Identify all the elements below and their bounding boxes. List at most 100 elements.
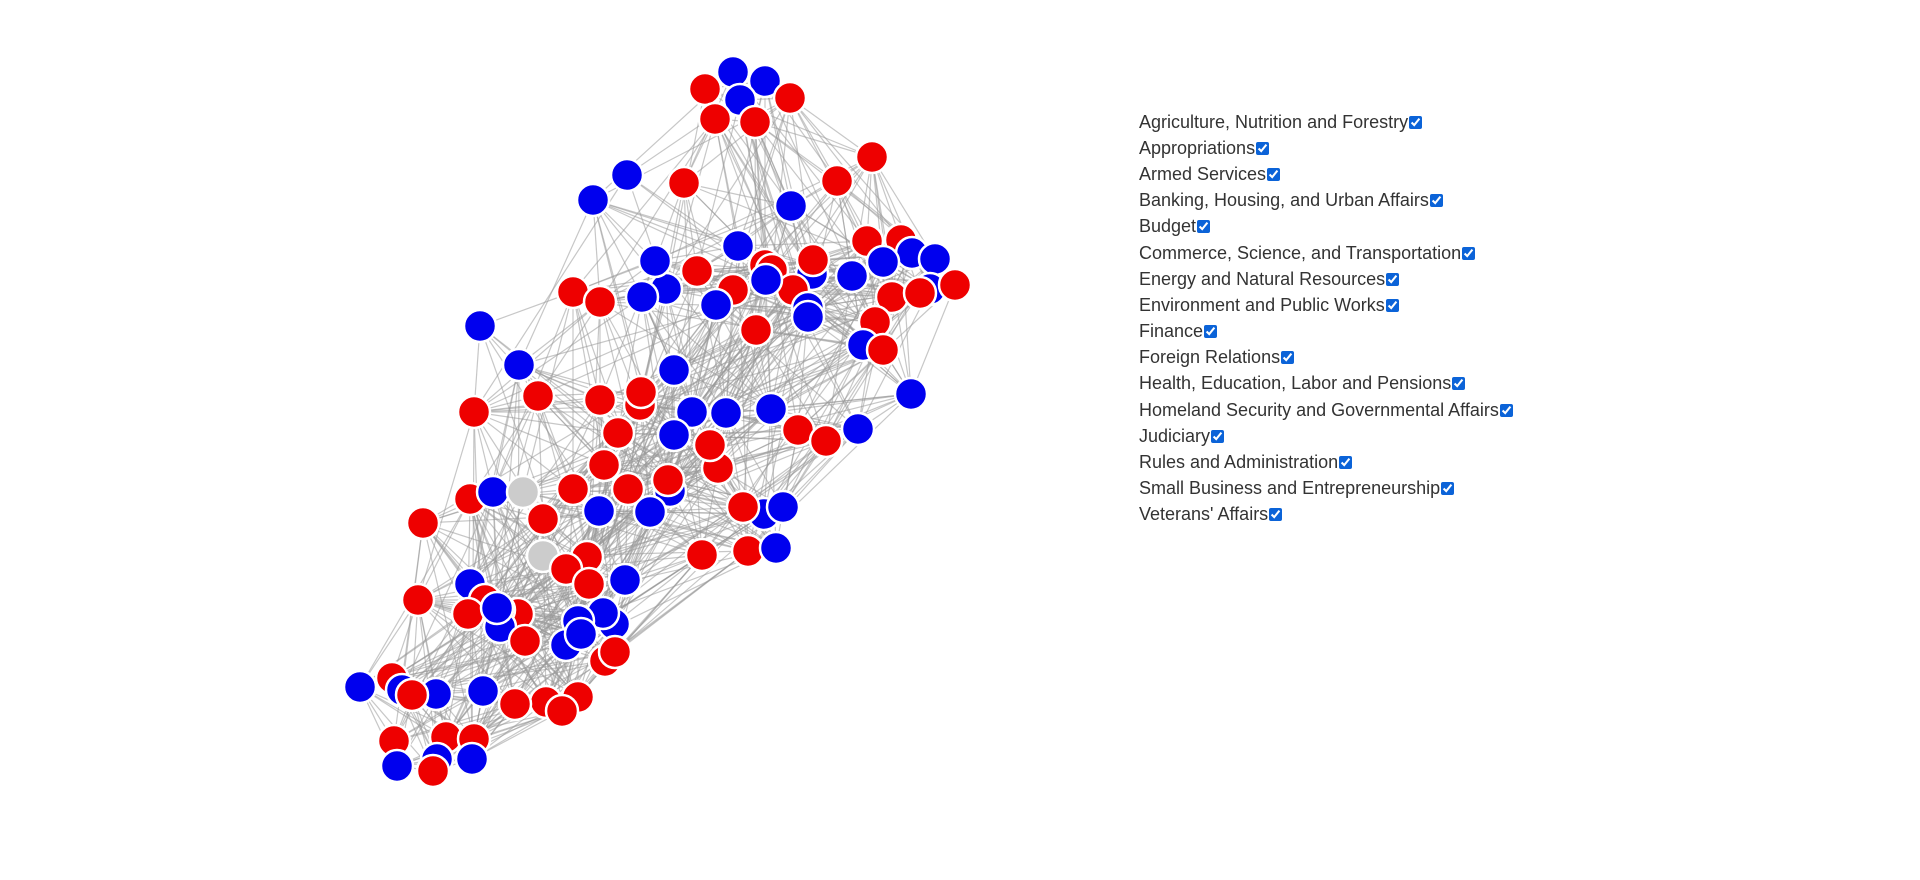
senator-node-republican[interactable] (737, 104, 773, 140)
committee-checkbox-health[interactable] (1452, 377, 1466, 391)
senator-node-republican[interactable] (865, 332, 901, 368)
senator-node-democrat[interactable] (609, 157, 645, 193)
senator-node-republican[interactable] (415, 753, 451, 789)
senator-node-republican[interactable] (692, 427, 728, 463)
senator-node-democrat[interactable] (893, 376, 929, 412)
senator-node-republican[interactable] (697, 101, 733, 137)
senator-node-republican[interactable] (819, 163, 855, 199)
senator-node-republican[interactable] (687, 71, 723, 107)
committee-filter-row-budget: Budget (1139, 214, 1699, 240)
committee-label: Small Business and Entrepreneurship (1139, 478, 1441, 499)
senator-node-democrat[interactable] (462, 308, 498, 344)
senator-node-republican[interactable] (586, 447, 622, 483)
senator-node-republican[interactable] (623, 374, 659, 410)
senator-node-republican[interactable] (450, 596, 486, 632)
senator-node-republican[interactable] (582, 382, 618, 418)
senator-node-republican[interactable] (405, 505, 441, 541)
senator-node-republican[interactable] (525, 501, 561, 537)
committee-filter-list: Agriculture, Nutrition and Forestry Appr… (1139, 109, 1699, 528)
committee-label: Rules and Administration (1139, 452, 1339, 473)
senator-node-republican[interactable] (497, 686, 533, 722)
network-graph[interactable] (0, 0, 1120, 880)
senator-node-democrat[interactable] (715, 54, 751, 90)
senator-node-republican[interactable] (571, 566, 607, 602)
senator-node-democrat[interactable] (637, 243, 673, 279)
senator-node-democrat[interactable] (834, 258, 870, 294)
committee-filter-row-appropriations: Appropriations (1139, 135, 1699, 161)
senator-node-democrat[interactable] (501, 347, 537, 383)
committee-checkbox-armed-services[interactable] (1267, 167, 1281, 181)
senator-node-republican[interactable] (854, 139, 890, 175)
senator-node-republican[interactable] (400, 582, 436, 618)
senator-node-democrat[interactable] (479, 590, 515, 626)
senator-node-democrat[interactable] (698, 287, 734, 323)
senator-node-democrat[interactable] (563, 616, 599, 652)
senator-node-democrat[interactable] (575, 182, 611, 218)
senator-node-republican[interactable] (507, 623, 543, 659)
committee-checkbox-homeland-security[interactable] (1499, 403, 1513, 417)
network-svg[interactable] (0, 0, 1120, 880)
committee-filter-row-finance: Finance (1139, 319, 1699, 345)
senator-node-democrat[interactable] (632, 494, 668, 530)
committee-checkbox-finance[interactable] (1204, 325, 1218, 339)
committee-checkbox-commerce[interactable] (1462, 246, 1476, 260)
committee-checkbox-energy[interactable] (1386, 272, 1400, 286)
senator-node-democrat[interactable] (624, 279, 660, 315)
senator-node-republican[interactable] (456, 394, 492, 430)
senator-node-republican[interactable] (582, 284, 618, 320)
committee-label: Armed Services (1139, 163, 1267, 184)
senator-node-democrat[interactable] (379, 748, 415, 784)
committee-filter-row-agriculture: Agriculture, Nutrition and Forestry (1139, 109, 1699, 135)
senator-node-republican[interactable] (684, 537, 720, 573)
senator-node-republican[interactable] (666, 165, 702, 201)
senator-node-republican[interactable] (808, 423, 844, 459)
senator-node-republican[interactable] (937, 267, 973, 303)
senator-node-republican[interactable] (600, 415, 636, 451)
senator-node-democrat[interactable] (758, 530, 794, 566)
committee-checkbox-rules[interactable] (1339, 456, 1353, 470)
senator-node-republican[interactable] (544, 693, 580, 729)
senator-node-independent[interactable] (505, 474, 541, 510)
senator-node-democrat[interactable] (465, 673, 501, 709)
senator-node-republican[interactable] (902, 275, 938, 311)
senator-node-republican[interactable] (394, 677, 430, 713)
senator-node-republican[interactable] (555, 471, 591, 507)
senator-node-republican[interactable] (738, 312, 774, 348)
senator-node-democrat[interactable] (790, 299, 826, 335)
senator-node-democrat[interactable] (656, 352, 692, 388)
committee-checkbox-environment[interactable] (1385, 298, 1399, 312)
committee-checkbox-banking[interactable] (1429, 194, 1443, 208)
senator-node-republican[interactable] (650, 462, 686, 498)
senator-node-republican[interactable] (520, 378, 556, 414)
senator-node-democrat[interactable] (748, 262, 784, 298)
committee-filter-row-commerce: Commerce, Science, and Transportation (1139, 240, 1699, 266)
senator-node-democrat[interactable] (708, 395, 744, 431)
senator-node-republican[interactable] (597, 634, 633, 670)
senator-node-democrat[interactable] (765, 489, 801, 525)
committee-filter-row-homeland-security: Homeland Security and Governmental Affai… (1139, 397, 1699, 423)
senator-node-democrat[interactable] (454, 741, 490, 777)
senator-node-republican[interactable] (679, 253, 715, 289)
senator-node-democrat[interactable] (581, 493, 617, 529)
senator-node-democrat[interactable] (840, 411, 876, 447)
senator-node-democrat[interactable] (656, 417, 692, 453)
senator-node-democrat[interactable] (773, 188, 809, 224)
senator-node-republican[interactable] (795, 242, 831, 278)
committee-checkbox-appropriations[interactable] (1256, 141, 1270, 155)
committee-filter-row-rules: Rules and Administration (1139, 449, 1699, 475)
senator-node-democrat[interactable] (753, 391, 789, 427)
committee-checkbox-small-business[interactable] (1441, 482, 1455, 496)
committee-label: Veterans' Affairs (1139, 504, 1269, 525)
committee-checkbox-judiciary[interactable] (1211, 429, 1225, 443)
senator-node-democrat[interactable] (865, 244, 901, 280)
committee-checkbox-foreign-relations[interactable] (1281, 351, 1295, 365)
senator-node-democrat[interactable] (720, 228, 756, 264)
senator-node-republican[interactable] (725, 489, 761, 525)
senator-node-democrat[interactable] (607, 562, 643, 598)
committee-checkbox-agriculture[interactable] (1409, 115, 1423, 129)
senator-node-republican[interactable] (772, 80, 808, 116)
committee-checkbox-veterans-affairs[interactable] (1269, 508, 1283, 522)
committee-checkbox-budget[interactable] (1197, 220, 1211, 234)
senator-node-democrat[interactable] (475, 474, 511, 510)
senator-node-democrat[interactable] (342, 669, 378, 705)
